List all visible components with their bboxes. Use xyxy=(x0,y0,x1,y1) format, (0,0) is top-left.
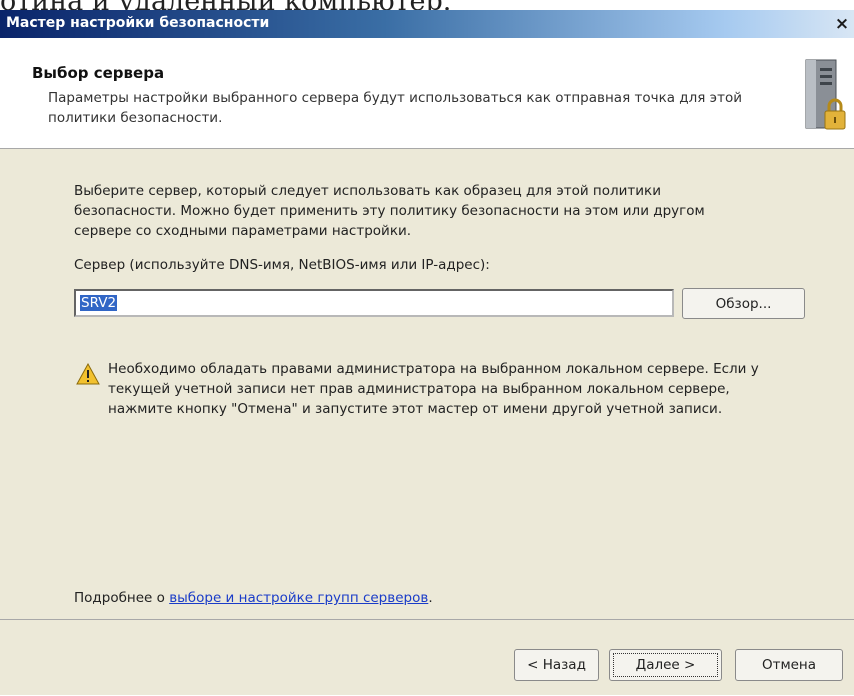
close-button[interactable]: × xyxy=(832,14,852,34)
wizard-footer: < Назад Далее > Отмена xyxy=(0,619,854,696)
wizard-header: Выбор сервера Параметры настройки выбран… xyxy=(0,38,854,149)
browse-button[interactable]: Обзор... xyxy=(682,288,805,319)
document-text-fragment: отина и удаленный компьютер. xyxy=(0,0,854,10)
security-wizard-window: Мастер настройки безопасности × Выбор се… xyxy=(0,10,854,695)
page-title: Выбор сервера xyxy=(32,64,165,82)
page-description: Параметры настройки выбранного сервера б… xyxy=(48,90,742,126)
warning-icon xyxy=(76,363,100,385)
back-button[interactable]: < Назад xyxy=(514,649,599,681)
server-input-value: SRV2 xyxy=(80,295,118,311)
intro-text: Выберите сервер, который следует использ… xyxy=(74,183,705,239)
warning-text: Необходимо обладать правами администрато… xyxy=(108,361,759,417)
title-bar[interactable]: Мастер настройки безопасности × xyxy=(0,10,854,38)
window-title: Мастер настройки безопасности xyxy=(6,15,270,31)
server-groups-help-link[interactable]: выборе и настройке групп серверов xyxy=(169,590,428,606)
more-info-suffix: . xyxy=(428,590,433,606)
more-info-line: Подробнее о выборе и настройке групп сер… xyxy=(74,590,433,606)
more-info-prefix: Подробнее о xyxy=(74,590,170,606)
cancel-button[interactable]: Отмена xyxy=(735,649,843,681)
server-field-label: Сервер (используйте DNS-имя, NetBIOS-имя… xyxy=(74,257,490,273)
wizard-content: Выберите сервер, который следует использ… xyxy=(0,149,854,619)
server-lock-icon xyxy=(805,59,846,130)
server-input[interactable]: SRV2 xyxy=(74,289,674,317)
next-button[interactable]: Далее > xyxy=(609,649,722,681)
